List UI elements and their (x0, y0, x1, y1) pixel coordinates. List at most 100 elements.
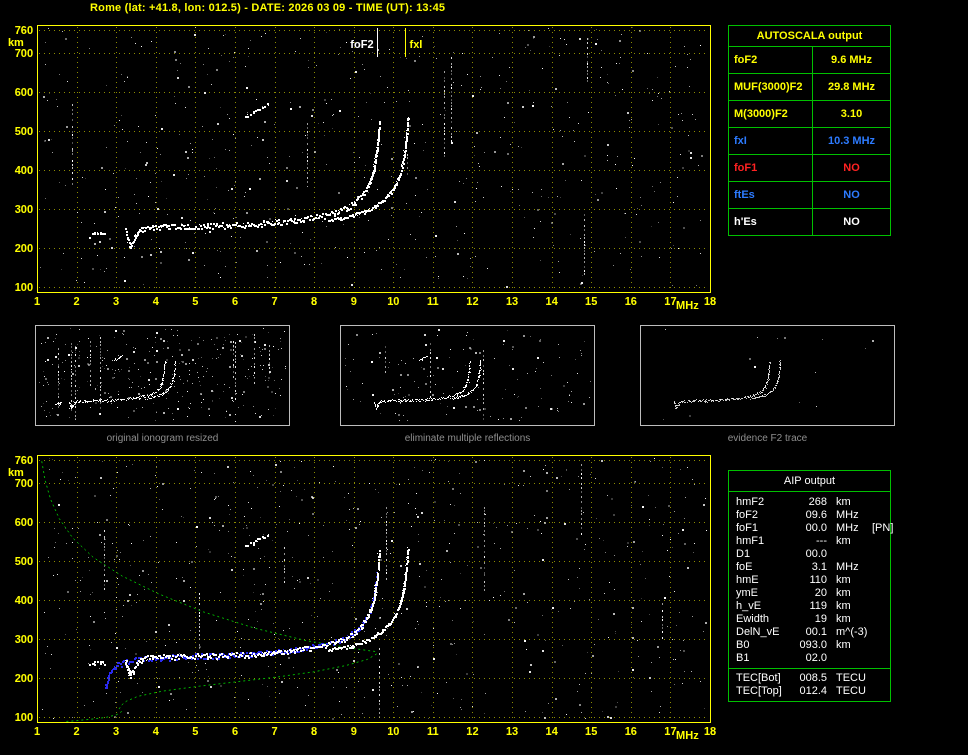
aip-label: D1 (736, 548, 751, 560)
aip-extra (869, 613, 890, 626)
aip-unit: m^(-3) (836, 626, 868, 638)
aip-value: 119 (809, 600, 827, 612)
aip-output-table: AIP output hmF2 268 km foF2 09.6 MHz foF1 00.0 M… (728, 470, 893, 702)
thumbnail-original-caption: original ionogram resized (106, 433, 219, 444)
aip-value: 008.5 (799, 672, 827, 684)
aip-unit: km (836, 535, 851, 547)
aip-extra (869, 548, 890, 561)
aip-label: hmF1 (736, 535, 765, 547)
aip-value: 012.4 (799, 685, 827, 697)
autoscala-row-value: 9.6 MHz (831, 54, 872, 66)
aip-label: ymE (736, 587, 758, 599)
aip-label: B1 (736, 652, 750, 664)
aip-value: 20 (814, 587, 827, 599)
aip-row-ymE: ymE 20 km (729, 587, 890, 600)
thumbnail-original-box (35, 325, 290, 426)
autoscala-row-value: NO (843, 189, 860, 201)
aip-row-DelN_vE: DelN_vE 00.1 m^(-3) (729, 626, 890, 639)
aip-label: Ewidth (736, 613, 770, 625)
aip-unit: MHz (836, 522, 859, 534)
aip-extra (869, 574, 890, 587)
aip-label: foF1 (736, 522, 759, 534)
autoscala-row-label: ftEs (729, 182, 813, 208)
aip-unit: TECU (836, 672, 866, 684)
autoscala-row-label: foF2 (729, 47, 813, 73)
page-title: Rome (lat: +41.8, lon: 012.5) - DATE: 20… (90, 2, 446, 14)
aip-extra (869, 672, 890, 685)
aip-extra (869, 496, 890, 509)
aip-unit: km (836, 639, 851, 651)
aip-row-Ewidth: Ewidth 19 km (729, 613, 890, 626)
aip-unit (827, 652, 869, 665)
aip-table-tec-rows: TEC[Bot] 008.5 TECU TEC[Top] 012.4 TECU (729, 668, 890, 701)
autoscala-row-label: fxI (729, 128, 813, 154)
aip-extra (869, 535, 890, 548)
aip-value: 268 (808, 496, 827, 508)
autoscala-row-value: 3.10 (840, 108, 863, 120)
aip-label: foE (736, 561, 753, 573)
autoscala-row-value: NO (843, 162, 860, 174)
autoscala-row-value: 29.8 MHz (827, 81, 876, 93)
aip-extra (869, 685, 890, 698)
aip-unit: km (836, 613, 851, 625)
aip-label: hmE (736, 574, 759, 586)
thumbnail-evidence-caption: evidence F2 trace (727, 433, 808, 444)
thumbnail-original-ionogram: original ionogram resized (35, 325, 290, 444)
aip-row-hmF1: hmF1 --- km (729, 535, 890, 548)
aip-extra (869, 600, 890, 613)
aip-value: 110 (809, 574, 827, 586)
aip-row-TEC[Bot]: TEC[Bot] 008.5 TECU (729, 672, 890, 685)
aip-row-B0: B0 093.0 km (729, 639, 890, 652)
aip-row-hmE: hmE 110 km (729, 574, 890, 587)
aip-label: TEC[Top] (736, 685, 782, 697)
aip-row-B1: B1 02.0 (729, 652, 890, 665)
aip-value: 00.1 (805, 626, 827, 638)
aip-extra (869, 639, 890, 652)
autoscala-table-rows: foF2 9.6 MHz MUF(3000)F2 29.8 MHz M(3000)F2 3… (729, 47, 890, 235)
thumbnail-eliminate-box (340, 325, 595, 426)
aip-row-foE: foE 3.1 MHz (729, 561, 890, 574)
aip-unit: km (836, 587, 851, 599)
autoscala-row-label: h'Es (729, 209, 813, 235)
aip-unit: MHz (836, 561, 859, 573)
aip-value: 19 (814, 613, 827, 625)
bottom-ionogram-plot (0, 450, 722, 742)
aip-extra (869, 587, 890, 600)
autoscala-table-title: AUTOSCALA output (729, 26, 890, 47)
autoscala-row-label: M(3000)F2 (729, 101, 813, 127)
thumbnail-evidence-box (640, 325, 895, 426)
aip-unit: km (836, 600, 851, 612)
aip-value: 02.0 (805, 652, 827, 664)
aip-label: foF2 (736, 509, 759, 521)
aip-value: 00.0 (805, 522, 827, 534)
autoscala-row-fxI: fxI 10.3 MHz (729, 127, 890, 154)
thumbnail-eliminate-caption: eliminate multiple reflections (404, 433, 531, 444)
aip-label: B0 (736, 639, 750, 651)
thumbnail-evidence-f2: evidence F2 trace (640, 325, 895, 444)
aip-table-title: AIP output (729, 471, 890, 492)
aip-label: DelN_vE (736, 626, 780, 638)
aip-label: TEC[Bot] (736, 672, 781, 684)
aip-label: hmF2 (736, 496, 765, 508)
aip-value: 09.6 (805, 509, 827, 521)
aip-extra (869, 626, 890, 639)
thumbnail-eliminate-canvas (341, 326, 594, 425)
aip-row-hmF2: hmF2 268 km (729, 496, 890, 509)
aip-table-rows: hmF2 268 km foF2 09.6 MHz foF1 00.0 MHz [PN] hmF1 -… (729, 492, 893, 668)
autoscala-row-h'Es: h'Es NO (729, 208, 890, 235)
autoscala-row-M(3000)F2: M(3000)F2 3.10 (729, 100, 890, 127)
aip-unit (827, 548, 869, 561)
aip-row-foF2: foF2 09.6 MHz (729, 509, 890, 522)
thumbnail-evidence-canvas (641, 326, 894, 425)
thumbnail-original-canvas (36, 326, 289, 425)
autoscala-row-foF1: foF1 NO (729, 154, 890, 181)
autoscala-row-ftEs: ftEs NO (729, 181, 890, 208)
aip-label: h_vE (736, 600, 762, 612)
aip-unit: km (836, 574, 851, 586)
autoscala-row-value: NO (843, 216, 860, 228)
autoscala-row-label: foF1 (729, 155, 813, 181)
aip-row-h_vE: h_vE 119 km (729, 600, 890, 613)
aip-unit: MHz (836, 509, 859, 521)
aip-value: 00.0 (805, 548, 827, 560)
aip-unit: TECU (836, 685, 866, 697)
